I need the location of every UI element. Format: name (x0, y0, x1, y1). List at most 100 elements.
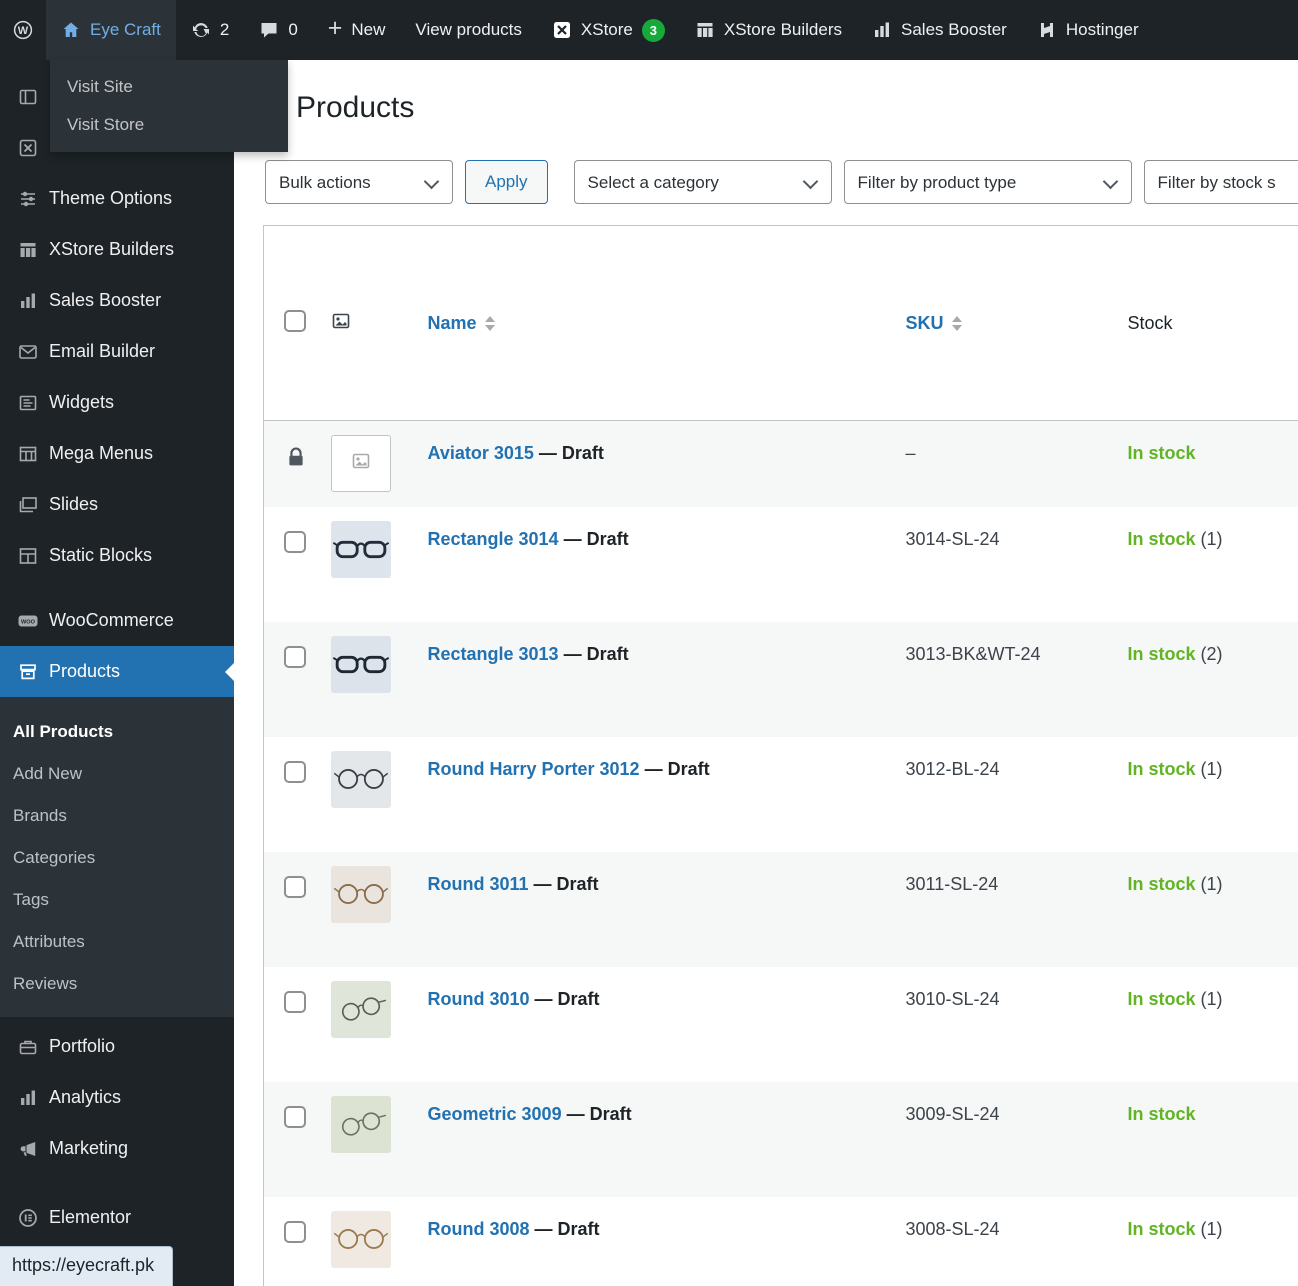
row-checkbox[interactable] (284, 990, 306, 1013)
view-products-link[interactable]: View products (400, 0, 536, 60)
bulk-actions-select[interactable]: Bulk actions (265, 160, 453, 204)
menu-separator (0, 581, 234, 595)
sidebar-item-products[interactable]: Products (0, 646, 234, 697)
product-name-link[interactable]: Round Harry Porter 3012 (428, 759, 640, 779)
post-state: — Draft (561, 1103, 632, 1124)
apply-button[interactable]: Apply (465, 160, 548, 204)
post-state: — Draft (529, 988, 600, 1009)
sales-booster-menu-button[interactable]: Sales Booster (857, 0, 1022, 60)
row-checkbox[interactable] (284, 1220, 306, 1243)
select-all-checkbox[interactable] (284, 309, 306, 332)
xstore-menu-button[interactable]: XStore 3 (537, 0, 680, 60)
home-icon (61, 20, 81, 40)
filters-toolbar: Bulk actions Apply Select a category Fil… (265, 160, 1298, 204)
product-type-filter-select[interactable]: Filter by product type (843, 160, 1132, 204)
product-image (330, 635, 391, 693)
product-name-link[interactable]: Rectangle 3013 (428, 644, 559, 664)
sidebar-item-portfolio[interactable]: Portfolio (0, 1021, 234, 1072)
stock-count: (1) (1200, 1218, 1223, 1239)
sku-cell: 3012-BL-24 (905, 758, 1000, 779)
site-menu-dropdown: Visit Site Visit Store (50, 60, 288, 152)
product-row: Rectangle 3014 — Draft 3014-SL-24 In stock… (264, 507, 1298, 622)
post-state: — Draft (528, 873, 599, 894)
row-checkbox[interactable] (284, 1105, 306, 1128)
submenu-item-categories[interactable]: Categories (0, 837, 234, 879)
product-name-link[interactable]: Round 3010 (428, 989, 530, 1009)
product-name-link[interactable]: Round 3008 (428, 1219, 530, 1239)
product-name-link[interactable]: Geometric 3009 (428, 1104, 562, 1124)
row-checkbox[interactable] (284, 875, 306, 898)
static-blocks-icon (9, 546, 47, 566)
bar-chart-icon (9, 291, 47, 311)
category-filter-select[interactable]: Select a category (573, 160, 832, 204)
submenu-item-add-new[interactable]: Add New (0, 753, 234, 795)
stock-count: (1) (1200, 873, 1223, 894)
site-menu-button[interactable]: Eye Craft (46, 0, 176, 60)
panel-icon (9, 87, 47, 107)
content-area: Products Bulk actions Apply Select a cat… (234, 60, 1298, 1286)
product-name-link[interactable]: Round 3011 (428, 874, 529, 894)
stock-column-header: Stock (1127, 312, 1173, 333)
sidebar-item-sales-booster[interactable]: Sales Booster (0, 275, 234, 326)
submenu-item-brands[interactable]: Brands (0, 795, 234, 837)
sliders-icon (9, 189, 47, 209)
submenu-item-tags[interactable]: Tags (0, 879, 234, 921)
sku-cell: 3013-BK&WT-24 (905, 643, 1041, 664)
image-icon (351, 451, 371, 476)
stock-status: In stock (1127, 528, 1196, 549)
sidebar-item-mega-menus[interactable]: Mega Menus (0, 428, 234, 479)
link-preview-status: https://eyecraft.pk (0, 1246, 174, 1286)
sku-cell: 3009-SL-24 (905, 1103, 1000, 1124)
row-checkbox[interactable] (284, 530, 306, 553)
new-content-button[interactable]: + New (313, 0, 401, 60)
sidebar-item-slides[interactable]: Slides (0, 479, 234, 530)
stock-filter-select[interactable]: Filter by stock s (1143, 160, 1298, 204)
product-row: Aviator 3015 — Draft – In stock (263, 420, 1298, 507)
admin-bar: W Eye Craft 2 0 + New View products XSto… (0, 0, 1298, 60)
sidebar-item-static-blocks[interactable]: Static Blocks (0, 530, 234, 581)
row-checkbox[interactable] (284, 760, 306, 783)
stock-status: In stock (1127, 873, 1196, 894)
wordpress-admin-screen: W Eye Craft 2 0 + New View products XSto… (0, 0, 1298, 1286)
product-image (330, 1095, 391, 1153)
xstore-builders-menu-button[interactable]: XStore Builders (680, 0, 857, 60)
sku-cell: 3008-SL-24 (905, 1218, 1000, 1239)
svg-text:WOO: WOO (21, 619, 36, 625)
sku-cell: 3011-SL-24 (905, 873, 999, 894)
submenu-item-reviews[interactable]: Reviews (0, 963, 234, 1005)
post-state: — Draft (558, 528, 629, 549)
sidebar-item-elementor[interactable]: Elementor (0, 1192, 234, 1243)
sidebar-item-woocommerce[interactable]: WOO WooCommerce (0, 595, 234, 646)
row-checkbox[interactable] (284, 645, 306, 668)
submenu-item-attributes[interactable]: Attributes (0, 921, 234, 963)
sidebar-item-analytics[interactable]: Analytics (0, 1072, 234, 1123)
sort-arrows-icon (951, 315, 962, 331)
post-state: — Draft (558, 643, 629, 664)
product-name-link[interactable]: Rectangle 3014 (428, 529, 559, 549)
product-row: Rectangle 3013 — Draft 3013-BK&WT-24 In st… (263, 621, 1298, 737)
sidebar-item-xstore-builders[interactable]: XStore Builders (0, 224, 234, 275)
widgets-icon (9, 393, 47, 413)
admin-sidebar: Theme Options XStore Builders Sales Booste… (0, 60, 234, 1286)
products-table: Name SKU Stock Aviator 3015 — Draft – In… (263, 225, 1298, 1286)
stock-status: In stock (1127, 988, 1196, 1009)
visit-store-menu-item[interactable]: Visit Store (50, 106, 288, 144)
submenu-item-all-products[interactable]: All Products (0, 711, 234, 753)
visit-site-menu-item[interactable]: Visit Site (50, 68, 288, 106)
builders-grid-icon (695, 20, 715, 40)
sidebar-item-theme-options[interactable]: Theme Options (0, 173, 234, 224)
sort-by-sku-link[interactable]: SKU (906, 313, 962, 334)
sidebar-item-marketing[interactable]: Marketing (0, 1123, 234, 1174)
updates-indicator[interactable]: 2 (176, 0, 244, 60)
product-name-link[interactable]: Aviator 3015 (428, 443, 534, 463)
sidebar-item-email-builder[interactable]: Email Builder (0, 326, 234, 377)
wordpress-logo-button[interactable]: W (0, 0, 46, 60)
comments-indicator[interactable]: 0 (244, 0, 312, 60)
product-row: Geometric 3009 — Draft 3009-SL-24 In stock (263, 1081, 1298, 1197)
sidebar-item-widgets[interactable]: Widgets (0, 377, 234, 428)
stock-count: (1) (1200, 758, 1223, 779)
sort-by-name-link[interactable]: Name (428, 313, 495, 334)
menu-separator (0, 1174, 234, 1192)
hostinger-menu-button[interactable]: Hostinger (1022, 0, 1154, 60)
stock-status: In stock (1127, 1218, 1196, 1239)
